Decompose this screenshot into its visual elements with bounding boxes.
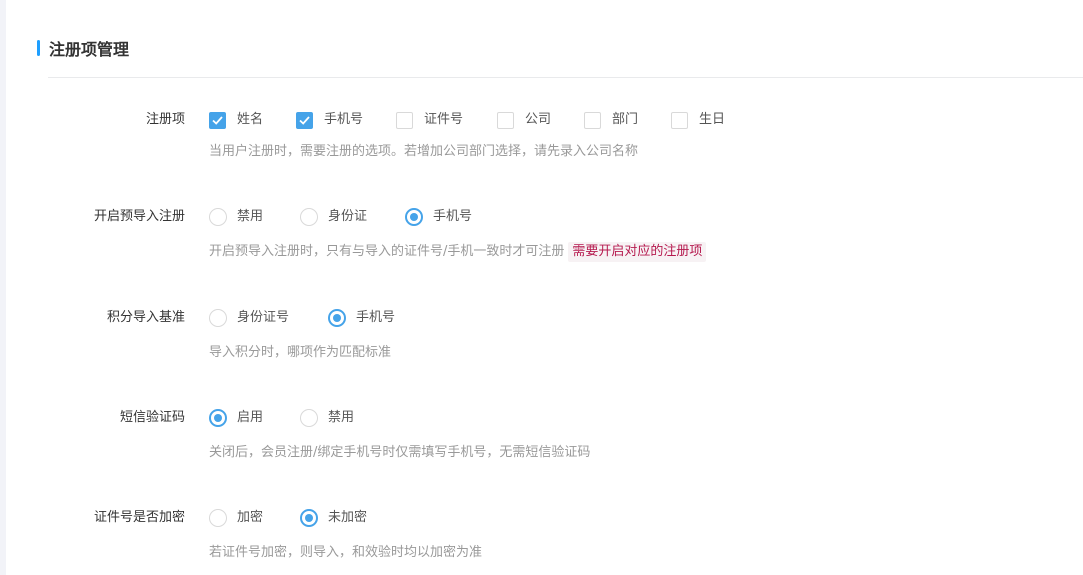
points-import-phone-radio[interactable]: 手机号: [328, 308, 395, 328]
radio-unselected-icon[interactable]: [209, 309, 227, 327]
register-item-phone-checkbox[interactable]: 手机号: [296, 110, 396, 130]
title-accent-bar: [37, 40, 40, 56]
sms-code-radio-group: 启用 禁用: [209, 408, 354, 428]
register-item-phone-text: 手机号: [324, 112, 364, 127]
radio-selected-icon[interactable]: [209, 409, 227, 427]
points-import-label: 积分导入基准: [106, 310, 185, 325]
id-encrypt-hint: 若证件号加密，则导入，和效验时均以加密为准: [209, 545, 483, 560]
pre-import-label: 开启预导入注册: [93, 209, 185, 224]
checkbox-unchecked-icon[interactable]: [584, 111, 601, 129]
id-encrypt-unencrypted-text: 未加密: [328, 510, 368, 525]
radio-unselected-icon[interactable]: [300, 208, 318, 226]
pre-import-hint-text: 开启预导入注册时，只有与导入的证件号/手机一致时才可注册: [209, 244, 565, 259]
sms-code-disable-text: 禁用: [328, 410, 355, 425]
checkbox-checked-icon[interactable]: [209, 111, 226, 129]
id-encrypt-radio-group: 加密 未加密: [209, 508, 367, 528]
pre-import-radio-group: 禁用 身份证 手机号: [209, 207, 472, 227]
points-import-idcard-radio[interactable]: 身份证号: [209, 308, 328, 328]
pre-import-disable-radio[interactable]: 禁用: [209, 207, 300, 227]
register-item-id-text: 证件号: [424, 112, 464, 127]
section-title: 注册项管理: [49, 40, 130, 59]
sms-code-disable-radio[interactable]: 禁用: [300, 408, 354, 428]
id-encrypt-unencrypted-radio[interactable]: 未加密: [300, 508, 367, 528]
register-item-company-checkbox[interactable]: 公司: [497, 110, 584, 130]
register-items-label: 注册项: [145, 112, 185, 127]
radio-unselected-icon[interactable]: [209, 509, 227, 527]
id-encrypt-encrypted-text: 加密: [237, 510, 264, 525]
checkbox-unchecked-icon[interactable]: [497, 111, 514, 129]
register-items-checkbox-group: 姓名 手机号 证件号 公司 部门 生日: [209, 110, 725, 130]
sms-code-enable-radio[interactable]: 启用: [209, 408, 300, 428]
points-import-hint: 导入积分时，哪项作为匹配标准: [209, 345, 392, 360]
section-header: 注册项管理: [37, 36, 129, 60]
checkbox-checked-icon[interactable]: [296, 111, 313, 129]
pre-import-disable-text: 禁用: [237, 209, 264, 224]
register-item-birthday-text: 生日: [699, 112, 726, 127]
pre-import-idcard-radio[interactable]: 身份证: [300, 207, 405, 227]
sms-code-enable-text: 启用: [237, 410, 264, 425]
register-item-company-text: 公司: [525, 112, 552, 127]
pre-import-hint-tag: 需要开启对应的注册项: [568, 242, 707, 262]
register-item-id-checkbox[interactable]: 证件号: [396, 110, 497, 130]
radio-unselected-icon[interactable]: [300, 409, 318, 427]
register-item-department-text: 部门: [612, 112, 639, 127]
sms-code-label: 短信验证码: [119, 410, 185, 425]
radio-selected-icon[interactable]: [300, 509, 318, 527]
radio-selected-icon[interactable]: [405, 208, 423, 226]
points-import-idcard-text: 身份证号: [237, 310, 290, 325]
radio-selected-icon[interactable]: [328, 309, 346, 327]
radio-unselected-icon[interactable]: [209, 208, 227, 226]
settings-page: 注册项管理 注册项 姓名 手机号 证件号 公司 部门 生日 当用户注册时，需要注…: [0, 0, 1083, 575]
checkbox-unchecked-icon[interactable]: [671, 111, 688, 129]
pre-import-phone-text: 手机号: [433, 209, 473, 224]
points-import-radio-group: 身份证号 手机号: [209, 308, 395, 328]
pre-import-idcard-text: 身份证: [328, 209, 368, 224]
register-item-name-text: 姓名: [237, 112, 264, 127]
checkbox-unchecked-icon[interactable]: [396, 111, 413, 129]
register-item-department-checkbox[interactable]: 部门: [584, 110, 671, 130]
register-items-hint: 当用户注册时，需要注册的选项。若增加公司部门选择，请先录入公司名称: [209, 144, 639, 159]
id-encrypt-label: 证件号是否加密: [93, 510, 185, 525]
register-item-birthday-checkbox[interactable]: 生日: [671, 110, 725, 130]
register-item-name-checkbox[interactable]: 姓名: [209, 110, 296, 130]
left-sidebar-edge: [0, 0, 6, 575]
pre-import-hint: 开启预导入注册时，只有与导入的证件号/手机一致时才可注册 需要开启对应的注册项: [209, 242, 707, 262]
id-encrypt-encrypted-radio[interactable]: 加密: [209, 508, 300, 528]
sms-code-hint: 关闭后，会员注册/绑定手机号时仅需填写手机号，无需短信验证码: [209, 445, 591, 460]
section-divider: [48, 77, 1083, 78]
pre-import-phone-radio[interactable]: 手机号: [405, 207, 472, 227]
points-import-phone-text: 手机号: [356, 310, 396, 325]
